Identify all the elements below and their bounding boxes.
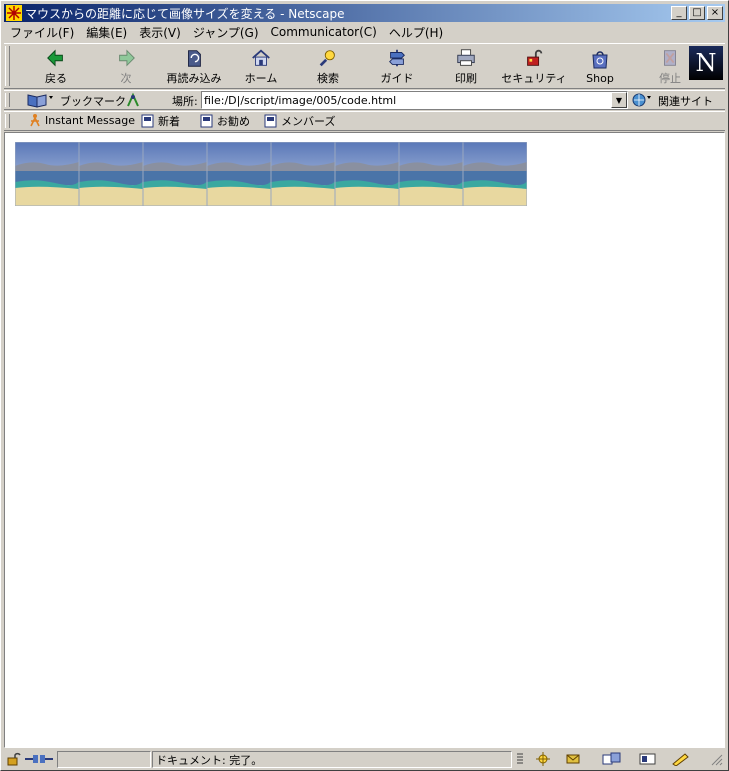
menu-help[interactable]: ヘルプ(H) [383, 24, 449, 41]
beach-thumbnail-image[interactable] [143, 142, 207, 206]
status-bar: ドキュメント: 完了。 [4, 750, 725, 769]
toolbar-grip[interactable] [5, 114, 10, 128]
beach-thumbnail-image[interactable] [207, 142, 271, 206]
forward-arrow-icon [119, 49, 135, 67]
netscape-logo[interactable]: N [689, 46, 723, 80]
location-toolbar: ブックマーク 場所: ▼ 関連サイト [4, 90, 725, 110]
thumbnail-row [15, 142, 527, 206]
beach-thumbnail-image[interactable] [79, 142, 143, 206]
maximize-button[interactable]: □ [689, 6, 705, 20]
beach-scene-image [15, 142, 79, 206]
close-button[interactable]: × [707, 6, 723, 20]
home-icon [252, 49, 270, 66]
recommended-link[interactable]: お勧め [200, 113, 250, 129]
netscape-app-icon [6, 5, 22, 21]
related-sites-label[interactable]: 関連サイト [658, 93, 713, 109]
page-proxy-icon[interactable] [125, 92, 141, 108]
url-input[interactable] [203, 92, 610, 108]
members-link[interactable]: メンバーズ [264, 113, 335, 129]
beach-thumbnail-image[interactable] [399, 142, 463, 206]
resize-grip-icon[interactable] [709, 752, 723, 766]
url-dropdown-button[interactable]: ▼ [611, 92, 627, 108]
home-button[interactable]: ホーム [231, 46, 291, 86]
guide-icon [389, 49, 405, 67]
page-content[interactable] [4, 132, 725, 748]
page-link-icon [264, 114, 277, 128]
new-items-link[interactable]: 新着 [141, 113, 180, 129]
shop-bag-icon [592, 51, 608, 69]
newsgroups-icon[interactable] [601, 752, 623, 766]
shop-button[interactable]: Shop [570, 46, 630, 86]
print-button[interactable]: 印刷 [436, 46, 496, 86]
toolbar-grip[interactable] [5, 46, 10, 86]
progress-cell [57, 751, 151, 768]
bookmarks-icon[interactable] [26, 92, 56, 108]
security-lock-icon [527, 49, 543, 66]
title-bar[interactable]: マウスからの距離に応じて画像サイズを変える - Netscape _ □ × [4, 4, 725, 22]
mail-icon[interactable] [565, 752, 587, 766]
search-icon [319, 50, 335, 67]
beach-scene-image [207, 142, 271, 206]
menu-bar: ファイル(F) 編集(E) 表示(V) ジャンプ(G) Communicator… [4, 23, 449, 41]
menu-go[interactable]: ジャンプ(G) [187, 24, 265, 41]
page-link-icon [141, 114, 154, 128]
navigation-toolbar: 戻る 次 再読み込み ホーム 検索 ガイド 印刷 セキュリティ Shop 停止 … [4, 43, 725, 89]
back-button[interactable]: 戻る [26, 46, 86, 86]
stop-icon [664, 50, 676, 66]
menu-file[interactable]: ファイル(F) [4, 24, 80, 41]
window-title: マウスからの距離に応じて画像サイズを変える - Netscape [25, 6, 345, 21]
beach-scene-image [271, 142, 335, 206]
navigator-icon[interactable] [535, 752, 551, 766]
status-text: ドキュメント: 完了。 [156, 754, 263, 767]
beach-scene-image [143, 142, 207, 206]
minimize-button[interactable]: _ [671, 6, 687, 20]
back-arrow-icon [47, 49, 63, 67]
online-plug-icon[interactable] [24, 752, 54, 766]
component-bar-grip-icon[interactable] [515, 752, 525, 766]
composer-icon[interactable] [670, 752, 692, 766]
security-button[interactable]: セキュリティ [501, 46, 567, 86]
bookmarks-label[interactable]: ブックマーク [60, 93, 126, 109]
menu-view[interactable]: 表示(V) [133, 24, 187, 41]
related-sites-icon[interactable] [631, 92, 653, 108]
beach-scene-image [335, 142, 399, 206]
guide-button[interactable]: ガイド [367, 46, 427, 86]
beach-scene-image [399, 142, 463, 206]
menu-communicator[interactable]: Communicator(C) [265, 25, 383, 39]
print-icon [457, 49, 475, 66]
beach-thumbnail-image[interactable] [335, 142, 399, 206]
beach-scene-image [463, 142, 527, 206]
beach-thumbnail-image[interactable] [15, 142, 79, 206]
reload-icon [188, 50, 201, 67]
beach-thumbnail-image[interactable] [463, 142, 527, 206]
beach-scene-image [79, 142, 143, 206]
instant-message-button[interactable]: Instant Message [28, 113, 135, 127]
forward-button[interactable]: 次 [96, 46, 156, 86]
address-book-icon[interactable] [638, 752, 658, 766]
menu-edit[interactable]: 編集(E) [80, 24, 133, 41]
security-lock-open-icon[interactable] [6, 752, 22, 766]
search-button[interactable]: 検索 [298, 46, 358, 86]
browser-window: マウスからの距離に応じて画像サイズを変える - Netscape _ □ × フ… [0, 0, 729, 771]
location-label: 場所: [172, 95, 198, 108]
instant-message-person-icon [30, 114, 40, 127]
personal-toolbar: Instant Message 新着 お勧め メンバーズ [4, 111, 725, 131]
page-link-icon [200, 114, 213, 128]
toolbar-grip[interactable] [5, 93, 10, 107]
beach-thumbnail-image[interactable] [271, 142, 335, 206]
url-field[interactable]: ▼ [201, 91, 628, 109]
reload-button[interactable]: 再読み込み [164, 46, 224, 86]
